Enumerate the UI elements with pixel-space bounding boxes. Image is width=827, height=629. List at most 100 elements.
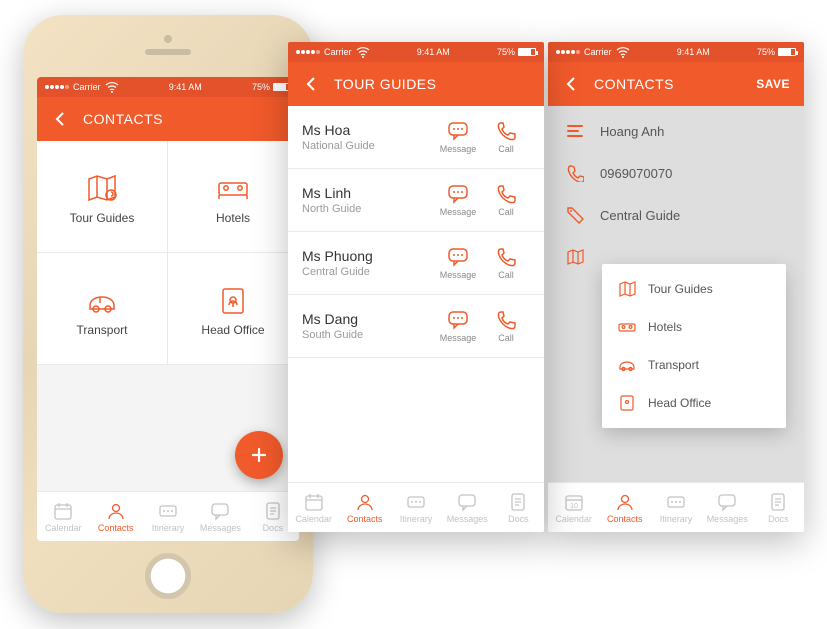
- dropdown-label: Transport: [648, 358, 699, 372]
- itinerary-icon: [158, 501, 178, 521]
- car-icon: [85, 285, 119, 315]
- tab-messages[interactable]: Messages: [442, 483, 493, 532]
- guide-row[interactable]: Ms Hoa National Guide Message Call: [288, 106, 544, 169]
- messages-icon: [210, 501, 230, 521]
- category-hotels[interactable]: Hotels: [168, 141, 299, 253]
- name-field[interactable]: Hoang Anh: [548, 110, 804, 152]
- dropdown-item-head-office[interactable]: Head Office: [602, 384, 786, 422]
- phone-field[interactable]: 0969070070: [548, 152, 804, 194]
- dropdown-label: Tour Guides: [648, 282, 713, 296]
- guide-role: National Guide: [302, 140, 434, 152]
- contact-icon: [355, 492, 375, 512]
- guide-row[interactable]: Ms Phuong Central Guide Message Call: [288, 232, 544, 295]
- page-title: CONTACTS: [594, 76, 674, 92]
- home-button[interactable]: [145, 553, 191, 599]
- messages-icon: [457, 492, 477, 512]
- office-icon: [618, 394, 636, 412]
- tab-contacts[interactable]: Contacts: [339, 483, 390, 532]
- message-button[interactable]: Message: [434, 246, 482, 280]
- message-icon: [447, 309, 469, 331]
- tab-calendar[interactable]: Calendar: [548, 483, 599, 532]
- dropdown-item-hotels[interactable]: Hotels: [602, 308, 786, 346]
- action-label: Message: [440, 207, 477, 217]
- call-icon: [495, 309, 517, 331]
- guide-role: South Guide: [302, 329, 434, 341]
- message-button[interactable]: Message: [434, 120, 482, 154]
- action-label: Message: [440, 270, 477, 280]
- tab-docs[interactable]: Docs: [493, 483, 544, 532]
- dropdown-item-transport[interactable]: Transport: [602, 346, 786, 384]
- tab-itinerary[interactable]: Itinerary: [142, 492, 194, 541]
- back-icon[interactable]: [562, 74, 582, 94]
- tab-calendar[interactable]: Calendar: [288, 483, 339, 532]
- call-icon: [495, 183, 517, 205]
- guide-list: Ms Hoa National Guide Message Call Ms Li…: [288, 106, 544, 482]
- docs-icon: [768, 492, 788, 512]
- category-dropdown: Tour Guides Hotels Transport Head Office: [602, 264, 786, 428]
- back-icon[interactable]: [51, 109, 71, 129]
- clock-label: 9:41 AM: [119, 82, 252, 92]
- call-button[interactable]: Call: [482, 183, 530, 217]
- call-button[interactable]: Call: [482, 246, 530, 280]
- dropdown-item-tour-guides[interactable]: Tour Guides: [602, 270, 786, 308]
- phone-device-frame: Carrier 9:41 AM 75% CONTACTS Tour Guides…: [23, 15, 313, 613]
- status-bar: Carrier 9:41 AM 75%: [548, 42, 804, 62]
- call-button[interactable]: Call: [482, 120, 530, 154]
- header-bar: CONTACTS: [37, 97, 299, 141]
- guide-row[interactable]: Ms Dang South Guide Message Call: [288, 295, 544, 358]
- status-bar: Carrier 9:41 AM 75%: [37, 77, 299, 97]
- category-label: Hotels: [216, 211, 250, 225]
- guide-name: Ms Phuong: [302, 248, 434, 264]
- call-button[interactable]: Call: [482, 309, 530, 343]
- clock-label: 9:41 AM: [370, 47, 497, 57]
- carrier-label: Carrier: [324, 47, 352, 57]
- calendar-icon: [564, 492, 584, 512]
- message-button[interactable]: Message: [434, 183, 482, 217]
- role-field[interactable]: Central Guide: [548, 194, 804, 236]
- guide-role: North Guide: [302, 203, 434, 215]
- tab-contacts[interactable]: Contacts: [599, 483, 650, 532]
- tab-label: Contacts: [347, 514, 383, 524]
- message-icon: [447, 120, 469, 142]
- category-transport[interactable]: Transport: [37, 253, 168, 365]
- category-tour-guides[interactable]: Tour Guides: [37, 141, 168, 253]
- guide-row[interactable]: Ms Linh North Guide Message Call: [288, 169, 544, 232]
- save-button[interactable]: SAVE: [756, 77, 790, 91]
- message-icon: [447, 183, 469, 205]
- guide-role: Central Guide: [302, 266, 434, 278]
- tab-label: Docs: [263, 523, 284, 533]
- tab-label: Docs: [768, 514, 789, 524]
- action-label: Call: [498, 333, 514, 343]
- tab-messages[interactable]: Messages: [194, 492, 246, 541]
- tab-itinerary[interactable]: Itinerary: [650, 483, 701, 532]
- tab-messages[interactable]: Messages: [702, 483, 753, 532]
- back-icon[interactable]: [302, 74, 322, 94]
- name-value: Hoang Anh: [600, 124, 664, 139]
- action-label: Call: [498, 270, 514, 280]
- add-contact-fab[interactable]: [235, 431, 283, 479]
- dropdown-label: Hotels: [648, 320, 682, 334]
- docs-icon: [263, 501, 283, 521]
- docs-icon: [508, 492, 528, 512]
- action-label: Call: [498, 207, 514, 217]
- battery-percent: 75%: [757, 47, 775, 57]
- calendar-icon: [53, 501, 73, 521]
- category-label: Tour Guides: [70, 211, 135, 225]
- tab-label: Calendar: [45, 523, 82, 533]
- itinerary-icon: [666, 492, 686, 512]
- tab-itinerary[interactable]: Itinerary: [390, 483, 441, 532]
- plus-icon: [248, 444, 270, 466]
- category-head-office[interactable]: Head Office: [168, 253, 299, 365]
- tab-calendar[interactable]: Calendar: [37, 492, 89, 541]
- tab-label: Itinerary: [660, 514, 693, 524]
- message-button[interactable]: Message: [434, 309, 482, 343]
- tab-contacts[interactable]: Contacts: [89, 492, 141, 541]
- phone-camera: [164, 35, 172, 43]
- tab-docs[interactable]: Docs: [753, 483, 804, 532]
- tab-label: Calendar: [295, 514, 332, 524]
- itinerary-icon: [406, 492, 426, 512]
- phone-value: 0969070070: [600, 166, 672, 181]
- action-label: Call: [498, 144, 514, 154]
- wifi-icon: [616, 45, 630, 59]
- category-label: Transport: [77, 323, 128, 337]
